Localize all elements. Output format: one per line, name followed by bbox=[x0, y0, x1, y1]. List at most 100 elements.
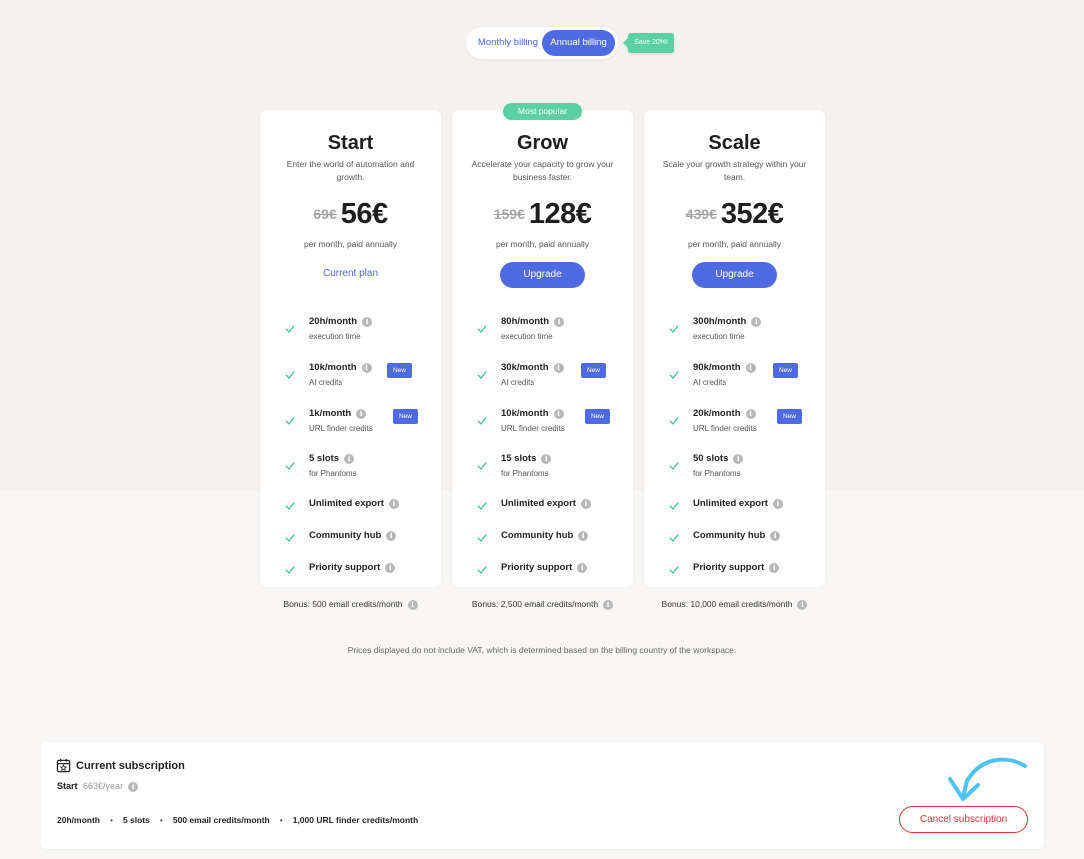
info-icon[interactable]: i bbox=[603, 600, 614, 610]
new-badge: New bbox=[777, 409, 802, 424]
bonus-label: Bonus: 10,000 email credits/month bbox=[661, 599, 793, 609]
price: 56€ bbox=[340, 198, 388, 230]
feature-item: 80h/month i execution time bbox=[452, 316, 633, 346]
check-icon bbox=[477, 534, 487, 542]
price-note: per month, paid annually bbox=[687, 239, 782, 249]
feature-title-text: 10k/month bbox=[309, 362, 357, 373]
separator-dot: • bbox=[159, 815, 163, 825]
info-icon[interactable]: i bbox=[553, 363, 564, 373]
check-icon bbox=[669, 502, 679, 510]
old-price: 439€ bbox=[685, 206, 717, 222]
info-icon[interactable]: i bbox=[554, 317, 565, 327]
annotation-arrow-icon bbox=[948, 757, 1027, 801]
feature-title-text: 10k/month bbox=[501, 408, 549, 419]
price-row: 159€ 128€ bbox=[452, 198, 633, 231]
check-icon bbox=[669, 566, 679, 574]
feature-title: Community hub i bbox=[501, 530, 589, 541]
feature-title: 300h/month i bbox=[693, 316, 762, 327]
plan-name: Start bbox=[327, 132, 374, 154]
feature-item: Unlimited export i bbox=[452, 498, 633, 528]
feature-title-text: Unlimited export bbox=[309, 498, 384, 509]
info-icon[interactable]: i bbox=[553, 409, 564, 419]
info-icon[interactable]: i bbox=[362, 317, 373, 327]
feature-item: Priority support i bbox=[644, 562, 825, 592]
plan-name: Scale bbox=[708, 132, 761, 154]
info-icon[interactable]: i bbox=[745, 363, 756, 373]
info-icon[interactable]: i bbox=[128, 782, 139, 792]
info-icon[interactable]: i bbox=[770, 531, 781, 541]
info-icon[interactable]: i bbox=[577, 563, 588, 573]
upgrade-button[interactable]: Upgrade bbox=[692, 262, 777, 288]
upgrade-button[interactable]: Upgrade bbox=[500, 262, 585, 288]
bonus-scale: Bonus: 10,000 email credits/month i bbox=[644, 599, 825, 610]
plan-description: Enter the world of automation and growth… bbox=[286, 159, 415, 182]
subscription-feature: 20h/month bbox=[57, 815, 100, 825]
old-price: 159€ bbox=[493, 206, 525, 222]
feature-title: Priority support i bbox=[309, 562, 396, 573]
check-icon bbox=[477, 502, 487, 510]
info-icon[interactable]: i bbox=[356, 409, 367, 419]
feature-title-text: Unlimited export bbox=[501, 498, 576, 509]
feature-title: 20k/month i bbox=[693, 408, 756, 419]
info-icon[interactable]: i bbox=[578, 531, 589, 541]
check-icon bbox=[285, 534, 295, 542]
feature-title-text: 90k/month bbox=[693, 362, 741, 373]
check-icon bbox=[477, 371, 487, 379]
feature-title: 20h/month i bbox=[309, 316, 373, 327]
info-icon[interactable]: i bbox=[745, 409, 756, 419]
info-icon[interactable]: i bbox=[772, 499, 783, 509]
check-icon bbox=[285, 502, 295, 510]
feature-item: 50 slots i for Phantoms bbox=[644, 453, 825, 483]
info-icon[interactable]: i bbox=[385, 563, 396, 573]
info-icon[interactable]: i bbox=[733, 454, 744, 464]
check-icon bbox=[285, 417, 295, 425]
price-row: 69€ 56€ bbox=[260, 198, 441, 231]
info-icon[interactable]: i bbox=[344, 454, 355, 464]
info-icon[interactable]: i bbox=[388, 499, 399, 509]
check-icon bbox=[285, 325, 295, 333]
feature-item: 20k/month i URL finder credits New bbox=[644, 408, 825, 438]
feature-item: Community hub i bbox=[644, 530, 825, 560]
feature-title: 15 slots i bbox=[501, 453, 552, 464]
info-icon[interactable]: i bbox=[407, 600, 418, 610]
feature-item: 1k/month i URL finder credits New bbox=[260, 408, 441, 438]
info-icon[interactable]: i bbox=[386, 531, 397, 541]
new-badge: New bbox=[393, 409, 418, 424]
info-icon[interactable]: i bbox=[751, 317, 762, 327]
bonus-label: Bonus: 500 email credits/month bbox=[283, 599, 403, 609]
feature-title-text: 80h/month bbox=[501, 316, 550, 327]
feature-title: 10k/month i bbox=[501, 408, 564, 419]
feature-item: Community hub i bbox=[260, 530, 441, 560]
check-icon bbox=[285, 371, 295, 379]
feature-title: 50 slots i bbox=[693, 453, 744, 464]
info-icon[interactable]: i bbox=[361, 363, 372, 373]
feature-subtitle: execution time bbox=[501, 332, 553, 341]
monthly-billing-option[interactable]: Monthly billing bbox=[471, 30, 545, 56]
feature-title-text: Community hub bbox=[501, 530, 574, 541]
info-icon[interactable]: i bbox=[769, 563, 780, 573]
feature-title: Community hub i bbox=[693, 530, 781, 541]
bonus-grow: Bonus: 2,500 email credits/month i bbox=[452, 599, 633, 610]
check-icon bbox=[477, 325, 487, 333]
info-icon[interactable]: i bbox=[797, 600, 808, 610]
feature-subtitle: execution time bbox=[309, 332, 361, 341]
feature-item: 90k/month i AI credits New bbox=[644, 362, 825, 392]
feature-title-text: Priority support bbox=[501, 562, 573, 573]
feature-item: 10k/month i URL finder credits New bbox=[452, 408, 633, 438]
feature-title-text: Community hub bbox=[693, 530, 766, 541]
feature-subtitle: URL finder credits bbox=[693, 424, 757, 433]
price-row: 439€ 352€ bbox=[644, 198, 825, 231]
feature-subtitle: for Phantoms bbox=[693, 469, 741, 478]
feature-title-text: 5 slots bbox=[309, 453, 340, 464]
feature-title-text: 20h/month bbox=[309, 316, 358, 327]
feature-title-text: Priority support bbox=[309, 562, 381, 573]
info-icon[interactable]: i bbox=[580, 499, 591, 509]
check-icon bbox=[285, 462, 295, 470]
bonus-label: Bonus: 2,500 email credits/month bbox=[471, 599, 599, 609]
separator-dot: • bbox=[279, 815, 283, 825]
info-icon[interactable]: i bbox=[541, 454, 552, 464]
separator-dot: • bbox=[109, 815, 113, 825]
cancel-subscription-button[interactable]: Cancel subscription bbox=[899, 806, 1028, 833]
check-icon bbox=[669, 462, 679, 470]
annual-billing-option[interactable]: Annual billing bbox=[542, 30, 615, 56]
